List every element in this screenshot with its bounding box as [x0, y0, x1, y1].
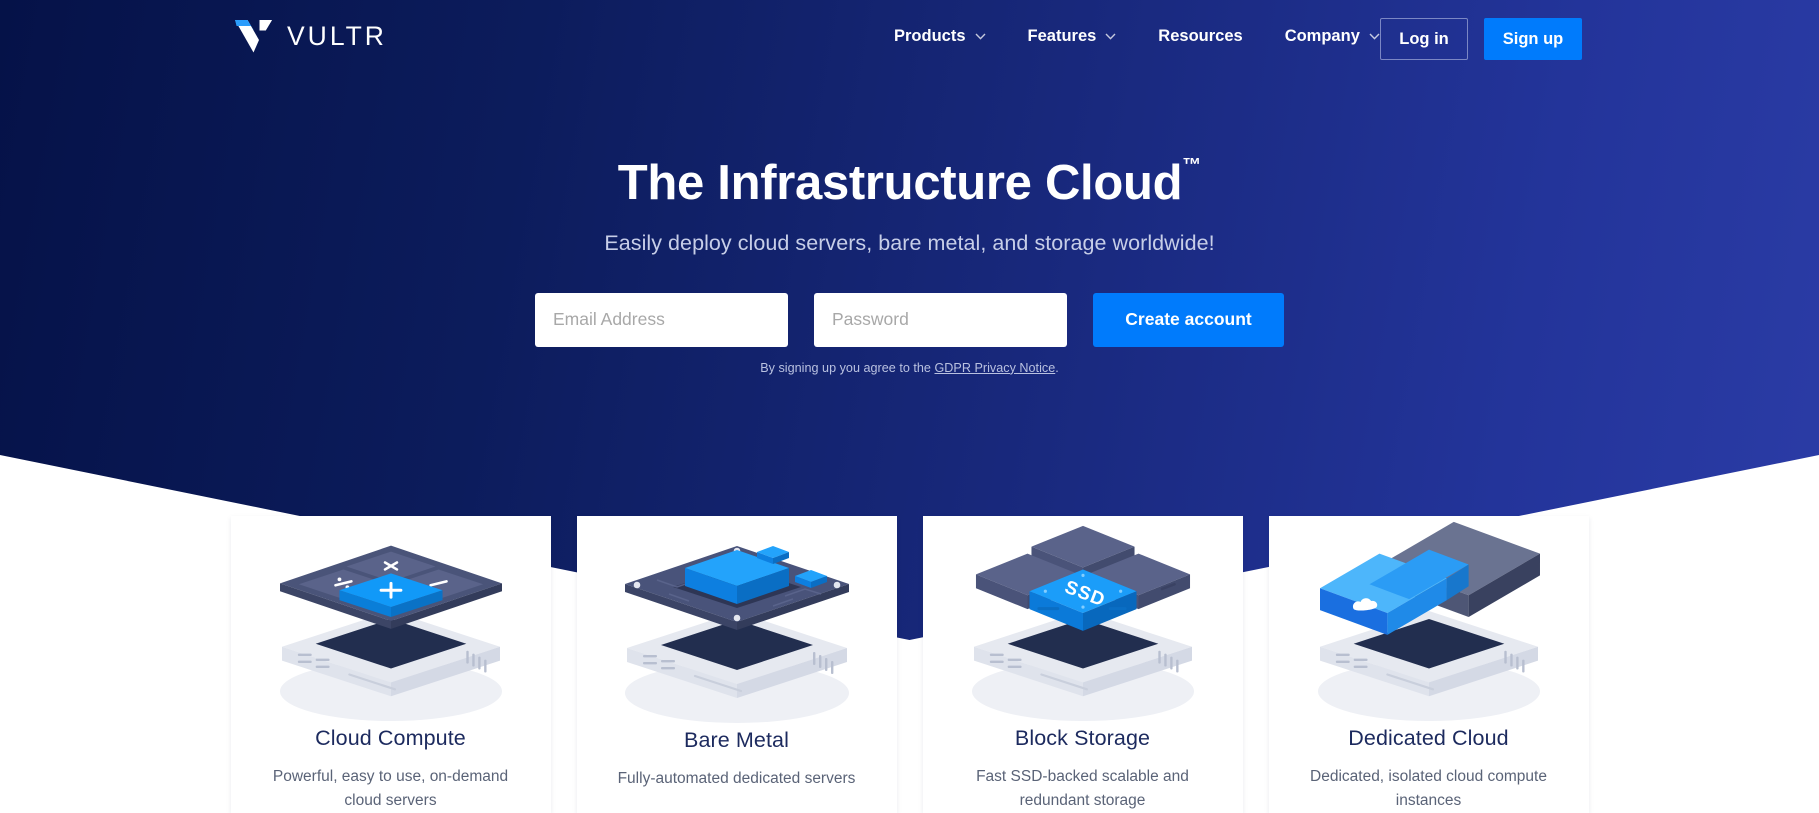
top-navigation-bar: VULTR Products Features Resources Compan… — [0, 0, 1819, 72]
vultr-logo-text: VULTR — [287, 20, 387, 51]
product-card-list: Cloud Compute Powerful, easy to use, on-… — [0, 516, 1819, 813]
page-title-text: The Infrastructure Cloud — [617, 156, 1183, 210]
nav-label: Company — [1284, 26, 1360, 45]
product-card-description: Powerful, easy to use, on-demand cloud s… — [272, 767, 509, 809]
dedicated-cloud-illustration — [1317, 521, 1540, 722]
bare-metal-illustration — [624, 546, 849, 723]
vultr-logo[interactable]: VULTR — [233, 18, 387, 54]
chevron-down-icon — [975, 33, 986, 40]
page-title: The Infrastructure Cloud™ — [0, 155, 1819, 211]
nav-item-resources[interactable]: Resources — [1137, 21, 1263, 52]
create-account-button[interactable]: Create account — [1093, 292, 1284, 347]
product-card-dedicated-cloud[interactable]: Dedicated Cloud Dedicated, isolated clou… — [1268, 516, 1589, 813]
product-card-title: Bare Metal — [684, 728, 789, 752]
trademark-symbol: ™ — [1182, 155, 1202, 177]
hero-subtitle: Easily deploy cloud servers, bare metal,… — [604, 230, 1215, 255]
product-card-title: Cloud Compute — [315, 725, 466, 750]
vultr-v-logo-icon — [235, 20, 272, 53]
nav-item-products[interactable]: Products — [873, 21, 1007, 52]
product-card-title: Dedicated Cloud — [1348, 725, 1509, 750]
gdpr-prefix: By signing up you agree to the — [760, 360, 935, 375]
nav-label: Features — [1027, 26, 1097, 45]
product-card-description: Dedicated, isolated cloud compute instan… — [1310, 767, 1547, 809]
nav-links: Products Features Resources Company — [873, 0, 1401, 72]
product-card-description: Fast SSD-backed scalable and redundant s… — [976, 767, 1189, 809]
chevron-down-icon — [1105, 33, 1116, 40]
cloud-compute-illustration — [279, 545, 502, 722]
nav-label: Products — [894, 26, 966, 45]
chevron-down-icon — [1369, 33, 1380, 40]
password-field[interactable] — [814, 292, 1067, 347]
gdpr-privacy-notice-link[interactable]: GDPR Privacy Notice — [934, 361, 1055, 375]
product-card-title: Block Storage — [1014, 725, 1151, 750]
gdpr-notice: By signing up you agree to the GDPR Priv… — [0, 361, 1819, 375]
gdpr-suffix: . — [1055, 360, 1059, 375]
email-field[interactable] — [535, 292, 788, 347]
auth-buttons: Log in Sign up — [1380, 18, 1582, 60]
nav-item-features[interactable]: Features — [1007, 21, 1138, 52]
product-card-block-storage[interactable]: SSD Block Storage Fast SSD-backed scalab… — [922, 516, 1243, 813]
signup-button[interactable]: Sign up — [1484, 18, 1582, 60]
signup-form: Create account — [0, 292, 1819, 347]
block-storage-illustration: SSD — [971, 525, 1194, 722]
nav-label: Resources — [1158, 26, 1243, 45]
product-card-bare-metal[interactable]: Bare Metal Fully-automated dedicated ser… — [576, 516, 897, 813]
login-button[interactable]: Log in — [1380, 18, 1468, 60]
product-card-cloud-compute[interactable]: Cloud Compute Powerful, easy to use, on-… — [230, 516, 551, 813]
page-root: VULTR Products Features Resources Compan… — [0, 0, 1819, 813]
product-card-description: Fully-automated dedicated servers — [617, 770, 856, 787]
